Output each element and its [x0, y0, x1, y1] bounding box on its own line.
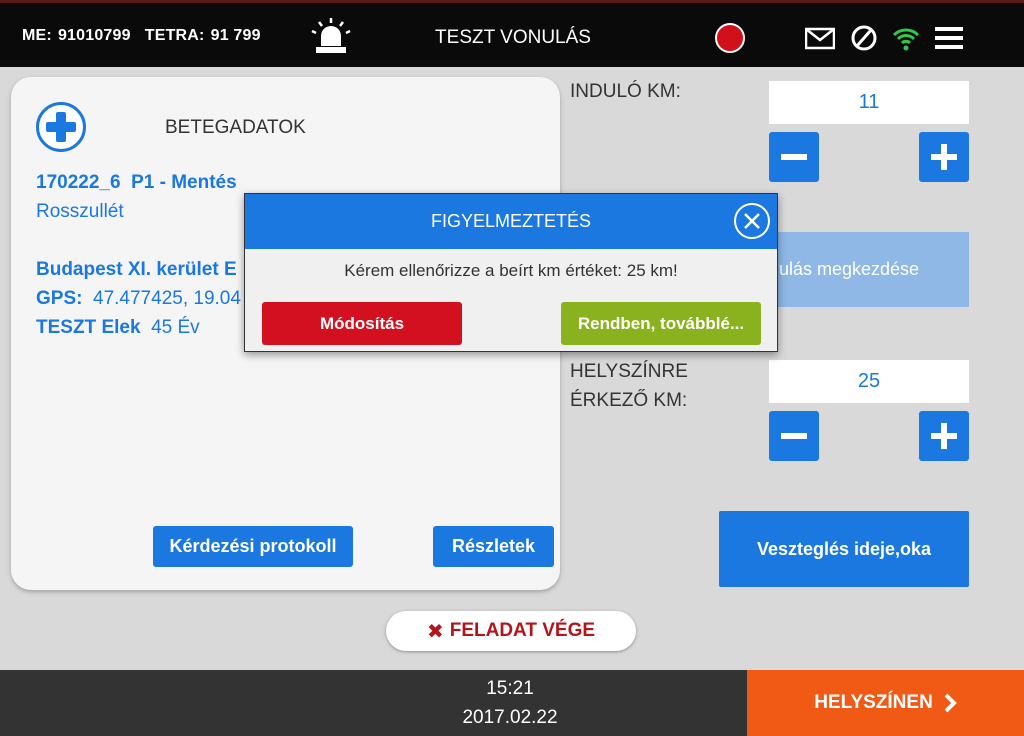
arrive-km-label: HELYSZÍNRE ÉRKEZŐ KM: — [570, 361, 688, 411]
patient-name: TESZT Elek — [36, 317, 141, 338]
siren-icon — [311, 18, 351, 53]
close-icon[interactable] — [734, 203, 770, 239]
page-title: TESZT VONULÁS — [435, 27, 591, 48]
clock-date: 2017.02.22 — [462, 707, 558, 728]
address: Budapest XI. kerület E — [36, 259, 237, 280]
arrive-km-field[interactable]: 25 — [769, 360, 969, 403]
case-id: 170222_6 — [36, 172, 121, 193]
confirm-continue-button[interactable]: Rendben, továbblé... — [561, 302, 761, 345]
chevron-right-icon — [944, 693, 957, 713]
start-km-field[interactable]: 11 — [769, 81, 969, 124]
case-line: 170222_6 P1 - Mentés — [36, 172, 237, 194]
case-priority: P1 - Mentés — [131, 172, 237, 193]
patient-line: TESZT Elek 45 Év — [36, 317, 200, 339]
me-value: 91010799 — [57, 27, 131, 44]
arrive-km-minus-button[interactable] — [769, 411, 819, 461]
mail-icon[interactable] — [805, 24, 835, 52]
delay-reason-button[interactable]: Veszteglés ideje,oka — [719, 511, 969, 587]
medical-plus-icon — [36, 102, 86, 152]
dialog-title: FIGYELMEZTETÉS — [245, 194, 777, 249]
onsite-button[interactable]: HELYSZÍNEN — [747, 670, 1024, 736]
complaint: Rosszullét — [36, 201, 124, 222]
patient-heading: BETEGADATOK — [165, 117, 306, 138]
gps-value: 47.477425, 19.04 — [93, 288, 241, 309]
tetra-label: TETRA: — [144, 27, 205, 44]
details-button[interactable]: Részletek — [433, 526, 554, 567]
tetra-value: 91 799 — [210, 27, 261, 44]
protocol-button[interactable]: Kérdezési protokoll — [153, 526, 353, 567]
start-km-plus-button[interactable] — [919, 132, 969, 182]
dialog-message: Kérem ellenőrizze a beírt km értéket: 25… — [344, 261, 678, 280]
clock-time: 15:21 — [486, 678, 534, 699]
me-label: ME: — [22, 27, 52, 44]
onsite-label: HELYSZÍNEN — [814, 692, 933, 713]
start-km-minus-button[interactable] — [769, 132, 819, 182]
gps-line: GPS: 47.477425, 19.04 — [36, 288, 241, 310]
top-bar: ME: 91010799 TETRA: 91 799 TESZT VONULÁS — [0, 0, 1024, 67]
wifi-icon — [892, 28, 920, 51]
menu-icon[interactable] — [934, 24, 964, 52]
bottom-bar: 15:21 2017.02.22 HELYSZÍNEN — [0, 670, 1024, 736]
patient-age: 45 Év — [151, 317, 200, 338]
blocked-icon[interactable] — [849, 24, 879, 52]
end-task-button[interactable]: ✖ FELADAT VÉGE — [386, 611, 636, 651]
end-task-label: FELADAT VÉGE — [449, 620, 596, 641]
x-icon: ✖ — [426, 620, 444, 643]
start-km-label: INDULÓ KM: — [570, 81, 681, 102]
modify-button[interactable]: Módosítás — [262, 302, 462, 345]
warning-dialog: FIGYELMEZTETÉS Kérem ellenőrizze a beírt… — [244, 193, 778, 352]
record-indicator — [715, 23, 745, 53]
arrive-km-plus-button[interactable] — [919, 411, 969, 461]
gps-label: GPS: — [36, 288, 83, 309]
unit-ids: ME: 91010799 TETRA: 91 799 — [22, 27, 275, 45]
